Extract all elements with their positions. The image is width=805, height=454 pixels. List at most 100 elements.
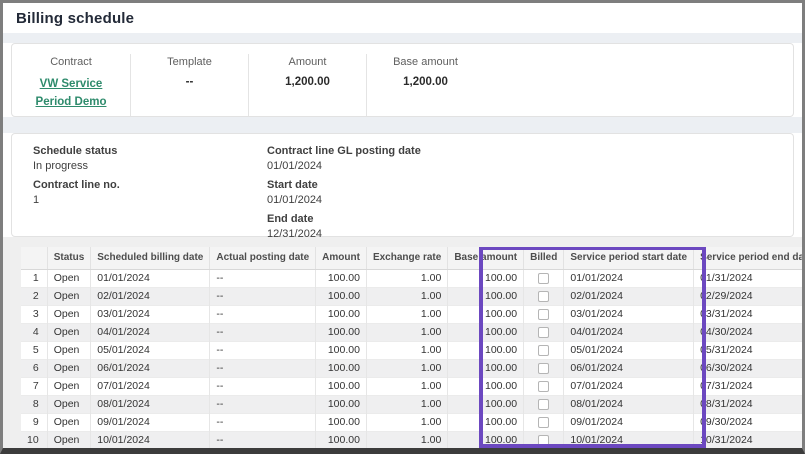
column-header-service-period-end-date[interactable]: Service period end date <box>694 247 802 269</box>
row-number-cell[interactable]: 9 <box>21 413 47 431</box>
actual-posting-date-cell[interactable]: -- <box>210 287 316 305</box>
column-header-service-period-start-date[interactable]: Service period start date <box>564 247 694 269</box>
base-amount-cell[interactable]: 100.00 <box>448 341 524 359</box>
billed-cell[interactable] <box>524 431 564 448</box>
billed-cell[interactable] <box>524 395 564 413</box>
service-period-end-date-cell[interactable]: 07/31/2024 <box>694 377 802 395</box>
amount-cell[interactable]: 100.00 <box>316 359 367 377</box>
row-number-cell[interactable]: 2 <box>21 287 47 305</box>
billed-checkbox[interactable] <box>538 399 549 410</box>
row-number-cell[interactable]: 1 <box>21 269 47 287</box>
row-number-cell[interactable]: 10 <box>21 431 47 448</box>
table-row[interactable]: 8Open08/01/2024--100.001.00100.0008/01/2… <box>21 395 802 413</box>
service-period-end-date-cell[interactable]: 10/31/2024 <box>694 431 802 448</box>
amount-cell[interactable]: 100.00 <box>316 341 367 359</box>
column-header-row-number[interactable] <box>21 247 47 269</box>
status-cell[interactable]: Open <box>47 359 91 377</box>
billed-cell[interactable] <box>524 305 564 323</box>
actual-posting-date-cell[interactable]: -- <box>210 395 316 413</box>
base-amount-cell[interactable]: 100.00 <box>448 269 524 287</box>
billed-checkbox[interactable] <box>538 291 549 302</box>
status-cell[interactable]: Open <box>47 269 91 287</box>
table-row[interactable]: 1Open01/01/2024--100.001.00100.0001/01/2… <box>21 269 802 287</box>
scheduled-billing-date-cell[interactable]: 07/01/2024 <box>91 377 210 395</box>
billed-cell[interactable] <box>524 287 564 305</box>
status-cell[interactable]: Open <box>47 341 91 359</box>
exchange-rate-cell[interactable]: 1.00 <box>366 341 447 359</box>
service-period-start-date-cell[interactable]: 03/01/2024 <box>564 305 694 323</box>
amount-cell[interactable]: 100.00 <box>316 287 367 305</box>
billed-cell[interactable] <box>524 341 564 359</box>
table-row[interactable]: 9Open09/01/2024--100.001.00100.0009/01/2… <box>21 413 802 431</box>
base-amount-cell[interactable]: 100.00 <box>448 287 524 305</box>
scheduled-billing-date-cell[interactable]: 10/01/2024 <box>91 431 210 448</box>
service-period-start-date-cell[interactable]: 02/01/2024 <box>564 287 694 305</box>
billed-checkbox[interactable] <box>538 345 549 356</box>
service-period-start-date-cell[interactable]: 10/01/2024 <box>564 431 694 448</box>
actual-posting-date-cell[interactable]: -- <box>210 305 316 323</box>
amount-cell[interactable]: 100.00 <box>316 377 367 395</box>
actual-posting-date-cell[interactable]: -- <box>210 323 316 341</box>
exchange-rate-cell[interactable]: 1.00 <box>366 287 447 305</box>
base-amount-cell[interactable]: 100.00 <box>448 413 524 431</box>
service-period-start-date-cell[interactable]: 04/01/2024 <box>564 323 694 341</box>
service-period-end-date-cell[interactable]: 02/29/2024 <box>694 287 802 305</box>
exchange-rate-cell[interactable]: 1.00 <box>366 323 447 341</box>
billed-cell[interactable] <box>524 323 564 341</box>
column-header-actual-posting-date[interactable]: Actual posting date <box>210 247 316 269</box>
actual-posting-date-cell[interactable]: -- <box>210 341 316 359</box>
table-row[interactable]: 6Open06/01/2024--100.001.00100.0006/01/2… <box>21 359 802 377</box>
base-amount-cell[interactable]: 100.00 <box>448 305 524 323</box>
service-period-end-date-cell[interactable]: 09/30/2024 <box>694 413 802 431</box>
actual-posting-date-cell[interactable]: -- <box>210 269 316 287</box>
base-amount-cell[interactable]: 100.00 <box>448 359 524 377</box>
status-cell[interactable]: Open <box>47 305 91 323</box>
base-amount-cell[interactable]: 100.00 <box>448 395 524 413</box>
billed-checkbox[interactable] <box>538 417 549 428</box>
service-period-end-date-cell[interactable]: 06/30/2024 <box>694 359 802 377</box>
billed-checkbox[interactable] <box>538 363 549 374</box>
exchange-rate-cell[interactable]: 1.00 <box>366 395 447 413</box>
exchange-rate-cell[interactable]: 1.00 <box>366 377 447 395</box>
billed-checkbox[interactable] <box>538 309 549 320</box>
scheduled-billing-date-cell[interactable]: 01/01/2024 <box>91 269 210 287</box>
column-header-base-amount[interactable]: Base amount <box>448 247 524 269</box>
billed-checkbox[interactable] <box>538 381 549 392</box>
exchange-rate-cell[interactable]: 1.00 <box>366 305 447 323</box>
scheduled-billing-date-cell[interactable]: 04/01/2024 <box>91 323 210 341</box>
exchange-rate-cell[interactable]: 1.00 <box>366 413 447 431</box>
status-cell[interactable]: Open <box>47 323 91 341</box>
actual-posting-date-cell[interactable]: -- <box>210 431 316 448</box>
column-header-billed[interactable]: Billed <box>524 247 564 269</box>
scheduled-billing-date-cell[interactable]: 02/01/2024 <box>91 287 210 305</box>
status-cell[interactable]: Open <box>47 377 91 395</box>
table-row[interactable]: 7Open07/01/2024--100.001.00100.0007/01/2… <box>21 377 802 395</box>
amount-cell[interactable]: 100.00 <box>316 323 367 341</box>
table-row[interactable]: 10Open10/01/2024--100.001.00100.0010/01/… <box>21 431 802 448</box>
billed-checkbox[interactable] <box>538 435 549 446</box>
table-row[interactable]: 5Open05/01/2024--100.001.00100.0005/01/2… <box>21 341 802 359</box>
column-header-scheduled-billing-date[interactable]: Scheduled billing date <box>91 247 210 269</box>
column-header-exchange-rate[interactable]: Exchange rate <box>366 247 447 269</box>
billed-checkbox[interactable] <box>538 327 549 338</box>
billed-cell[interactable] <box>524 359 564 377</box>
base-amount-cell[interactable]: 100.00 <box>448 431 524 448</box>
service-period-start-date-cell[interactable]: 06/01/2024 <box>564 359 694 377</box>
service-period-end-date-cell[interactable]: 05/31/2024 <box>694 341 802 359</box>
billed-checkbox[interactable] <box>538 273 549 284</box>
amount-cell[interactable]: 100.00 <box>316 269 367 287</box>
row-number-cell[interactable]: 7 <box>21 377 47 395</box>
actual-posting-date-cell[interactable]: -- <box>210 377 316 395</box>
row-number-cell[interactable]: 8 <box>21 395 47 413</box>
billed-cell[interactable] <box>524 269 564 287</box>
amount-cell[interactable]: 100.00 <box>316 395 367 413</box>
column-header-status[interactable]: Status <box>47 247 91 269</box>
service-period-start-date-cell[interactable]: 07/01/2024 <box>564 377 694 395</box>
service-period-start-date-cell[interactable]: 09/01/2024 <box>564 413 694 431</box>
status-cell[interactable]: Open <box>47 287 91 305</box>
scheduled-billing-date-cell[interactable]: 05/01/2024 <box>91 341 210 359</box>
table-row[interactable]: 4Open04/01/2024--100.001.00100.0004/01/2… <box>21 323 802 341</box>
column-header-amount[interactable]: Amount <box>316 247 367 269</box>
service-period-start-date-cell[interactable]: 01/01/2024 <box>564 269 694 287</box>
row-number-cell[interactable]: 3 <box>21 305 47 323</box>
